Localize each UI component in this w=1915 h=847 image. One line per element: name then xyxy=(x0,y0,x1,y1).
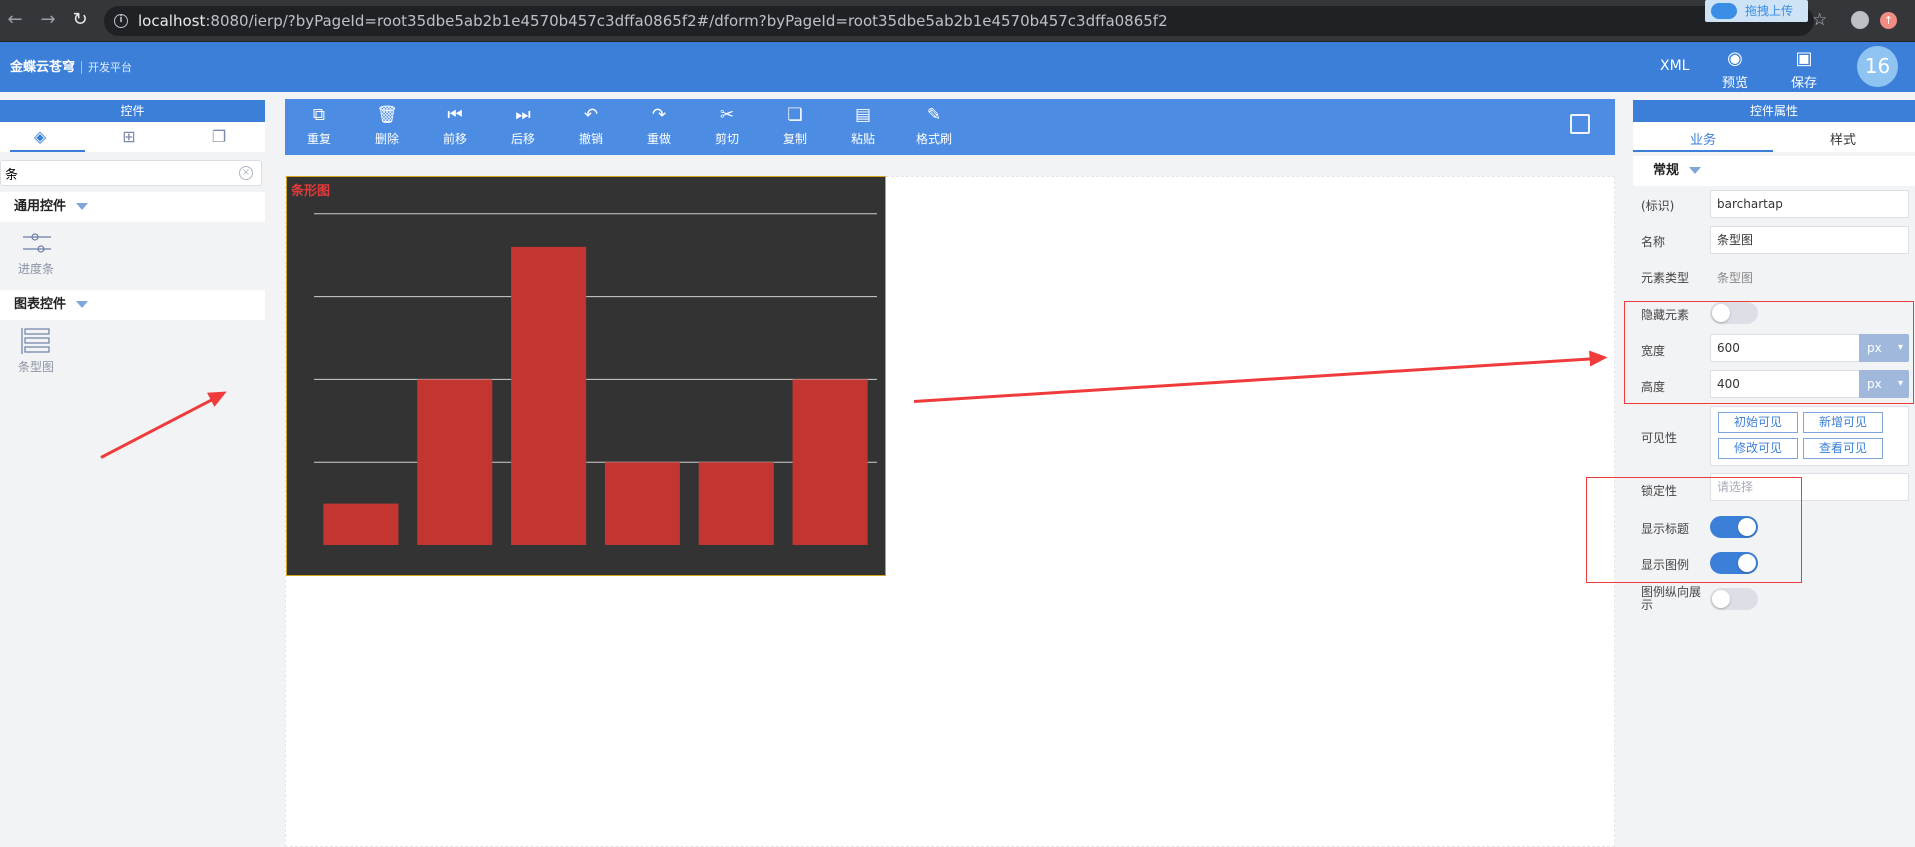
delete-button[interactable]: 🗑 删除 xyxy=(365,104,409,147)
logo-subtitle: 开发平台 xyxy=(81,61,133,74)
trash-icon: 🗑 xyxy=(376,105,398,125)
caret-down-icon xyxy=(76,203,89,210)
component-progress-bar[interactable]: 进度条 xyxy=(0,222,265,284)
bar-chart-icon xyxy=(21,328,50,354)
paste-icon: ▤ xyxy=(854,105,872,125)
control-panel: 控件 ◈ ⊞ ❐ × 通用控件 进度条 图表控件 条型图 xyxy=(0,92,265,847)
prop-label-visibility: 可见性 xyxy=(1641,431,1678,445)
redo-icon: ↷ xyxy=(651,105,667,125)
search-input[interactable] xyxy=(1,161,221,185)
duplicate-icon: ⧉ xyxy=(312,105,326,125)
bar-chart-control[interactable]: 条形图 xyxy=(286,176,886,576)
cut-icon: ✂ xyxy=(719,105,735,125)
toolbar-label: 删除 xyxy=(374,132,399,146)
layers-icon[interactable]: ◈ xyxy=(28,127,52,147)
control-search: × xyxy=(0,160,262,186)
chart-bar xyxy=(792,379,868,545)
control-panel-title: 控件 xyxy=(0,100,265,122)
group-title-general: 通用控件 xyxy=(14,199,67,214)
component-label: 进度条 xyxy=(18,262,55,276)
name-field[interactable]: 条型图 xyxy=(1710,226,1909,254)
prop-label-legend-vertical: 图例纵向展示 xyxy=(1641,585,1702,612)
paste-button[interactable]: ▤ 粘贴 xyxy=(841,104,885,147)
progress-bar-icon xyxy=(23,233,51,253)
control-panel-tabs: ◈ ⊞ ❐ xyxy=(0,122,265,152)
legend-vertical-toggle[interactable] xyxy=(1710,588,1758,610)
toolbar-label: 后移 xyxy=(510,132,535,146)
redo-button[interactable]: ↷ 重做 xyxy=(637,104,681,147)
format-brush-icon: ✎ xyxy=(926,105,942,125)
toggle-knob xyxy=(1712,590,1730,608)
type-value: 条型图 xyxy=(1717,271,1754,285)
reload-icon[interactable]: ↻ xyxy=(69,9,91,31)
clear-icon[interactable]: × xyxy=(239,166,253,180)
annotation-box-toggles xyxy=(1586,477,1802,583)
fullscreen-icon[interactable] xyxy=(1570,114,1590,134)
chart-bar xyxy=(511,246,587,545)
move-backward-icon: ⏭ xyxy=(515,105,531,125)
group-chart-controls[interactable]: 图表控件 xyxy=(0,290,265,320)
cut-button[interactable]: ✂ 剪切 xyxy=(705,104,749,147)
annotation-box-size xyxy=(1624,301,1914,404)
active-tab-indicator xyxy=(10,150,85,152)
prop-label-name: 名称 xyxy=(1641,235,1666,249)
copy-icon: ❏ xyxy=(787,105,803,125)
logo-text: 金蝶云苍穹 xyxy=(10,60,76,75)
group-general-controls[interactable]: 通用控件 xyxy=(0,192,265,222)
edit-toolbar: ⧉ 重复 🗑 删除 ⏮ 前移 ⏭ 后移 ↶ 撤销 ↷ 重做 ✂ 剪切 ❏ 复制 ▤ 粘贴 ✎ 格式刷 xyxy=(285,99,1615,155)
toolbar-label: 撤销 xyxy=(578,132,603,146)
browser-toolbar: ← → ↻ i localhost:8080/ierp/?byPageId=ro… xyxy=(0,0,1915,42)
move-forward-button[interactable]: ⏮ 前移 xyxy=(433,104,477,147)
caret-down-icon xyxy=(76,301,89,308)
component-bar-chart[interactable]: 条型图 xyxy=(0,320,265,382)
undo-icon: ↶ xyxy=(583,105,599,125)
component-label: 条型图 xyxy=(18,360,55,374)
windows-icon[interactable]: ❐ xyxy=(207,127,231,147)
back-icon[interactable]: ← xyxy=(4,9,26,31)
properties-form: (标识) barchartap 名称 条型图 元素类型 条型图 隐藏元素 宽度 … xyxy=(1633,0,1915,847)
group-title-charts: 图表控件 xyxy=(14,297,67,312)
prop-label-type: 元素类型 xyxy=(1641,271,1690,285)
toolbar-label: 重做 xyxy=(646,132,671,146)
address-bar[interactable]: i localhost:8080/ierp/?byPageId=root35db… xyxy=(104,6,1814,36)
prop-label-id: (标识) xyxy=(1641,199,1675,213)
visibility-add-button[interactable]: 新增可见 xyxy=(1803,412,1883,433)
visibility-box: 初始可见 新增可见 修改可见 查看可见 xyxy=(1710,406,1909,466)
move-backward-button[interactable]: ⏭ 后移 xyxy=(501,104,545,147)
forward-icon[interactable]: → xyxy=(37,9,59,31)
visibility-view-button[interactable]: 查看可见 xyxy=(1803,438,1883,459)
app-header: 金蝶云苍穹 开发平台 XML ◉ 预览 ▣ 保存 16 xyxy=(0,42,1915,92)
url-text: localhost:8080/ierp/?byPageId=root35dbe5… xyxy=(138,12,1168,30)
toolbar-label: 格式刷 xyxy=(915,132,952,146)
visibility-initial-button[interactable]: 初始可见 xyxy=(1718,412,1798,433)
toolbar-label: 复制 xyxy=(782,132,807,146)
move-forward-icon: ⏮ xyxy=(447,105,463,125)
toolbar-label: 剪切 xyxy=(714,132,739,146)
chart-bar xyxy=(698,462,774,545)
undo-button[interactable]: ↶ 撤销 xyxy=(569,104,613,147)
format-brush-button[interactable]: ✎ 格式刷 xyxy=(909,104,959,147)
copy-button[interactable]: ❏ 复制 xyxy=(773,104,817,147)
duplicate-button[interactable]: ⧉ 重复 xyxy=(297,104,341,147)
toolbar-label: 前移 xyxy=(442,132,467,146)
logo: 金蝶云苍穹 开发平台 xyxy=(10,56,133,75)
chart-bar xyxy=(417,379,493,545)
chart-title: 条形图 xyxy=(291,184,331,199)
info-icon[interactable]: i xyxy=(114,14,128,28)
toolbar-label: 粘贴 xyxy=(850,132,875,146)
visibility-edit-button[interactable]: 修改可见 xyxy=(1718,438,1798,459)
id-field[interactable]: barchartap xyxy=(1710,190,1909,218)
chart-plot xyxy=(314,213,877,545)
toolbar-label: 重复 xyxy=(306,132,331,146)
tree-icon[interactable]: ⊞ xyxy=(117,127,141,147)
chart-bar xyxy=(323,503,399,545)
chart-bar xyxy=(604,462,680,545)
